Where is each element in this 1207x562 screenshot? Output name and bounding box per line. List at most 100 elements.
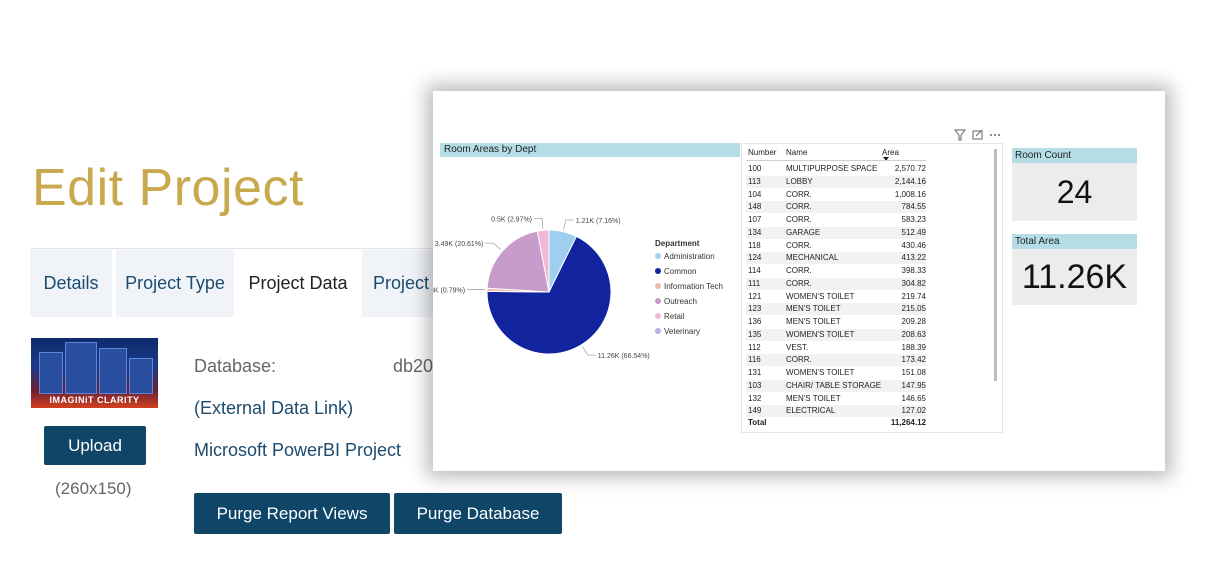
thumbnail-size-hint: (260x150) bbox=[55, 479, 132, 498]
room-count-value: 24 bbox=[1012, 163, 1137, 221]
table-cell-area: 147.95 bbox=[901, 380, 926, 390]
table-row[interactable]: 114 CORR. 398.33 bbox=[746, 265, 926, 277]
table-row[interactable]: 148 CORR. 784.55 bbox=[746, 201, 926, 214]
table-row[interactable]: 149 ELECTRICAL 127.02 bbox=[746, 405, 926, 418]
table-cell-number: 132 bbox=[748, 393, 762, 403]
total-value: 11,264.12 bbox=[890, 418, 926, 427]
table-cell-number: 104 bbox=[748, 189, 762, 199]
legend-item[interactable]: Outreach bbox=[655, 297, 723, 306]
tab-label: Project I bbox=[373, 273, 440, 293]
pie-data-label: 1.21K (7.16%) bbox=[576, 218, 621, 225]
legend-dot-icon bbox=[655, 313, 661, 319]
tab-project-data[interactable]: Project Data bbox=[236, 250, 360, 317]
table-cell-number: 148 bbox=[748, 202, 762, 212]
legend-label: Retail bbox=[664, 312, 685, 321]
table-cell-area: 146.65 bbox=[901, 393, 926, 403]
table-cell-number: 134 bbox=[748, 227, 762, 237]
table-cell-name: CHAIR/ TABLE STORAGE bbox=[786, 380, 882, 390]
legend-item[interactable]: Retail bbox=[655, 312, 723, 321]
filter-icon[interactable] bbox=[953, 129, 967, 141]
table-cell-name: CORR. bbox=[786, 240, 812, 250]
table-row[interactable]: 116 CORR. 173.42 bbox=[746, 354, 926, 367]
tab-bar: Details Project Type Project Data Projec… bbox=[30, 248, 450, 317]
table-cell-number: 113 bbox=[748, 176, 761, 186]
table-cell-number: 111 bbox=[748, 278, 761, 288]
upload-button[interactable]: Upload bbox=[44, 426, 146, 465]
table-cell-area: 209.28 bbox=[901, 317, 926, 326]
table-row[interactable]: 132 MEN'S TOILET 146.65 bbox=[746, 393, 926, 405]
table-cell-number: 107 bbox=[748, 215, 762, 224]
legend-item[interactable]: Common bbox=[655, 267, 723, 276]
page-title: Edit Project bbox=[32, 159, 304, 217]
powerbi-project-link[interactable]: Microsoft PowerBI Project bbox=[194, 440, 401, 461]
table-cell-number: 135 bbox=[748, 329, 762, 339]
purge-database-button[interactable]: Purge Database bbox=[394, 493, 562, 534]
pie-leader-line bbox=[582, 346, 596, 356]
pie-data-label: 3.49K (20.61%) bbox=[435, 241, 484, 248]
purge-report-views-button[interactable]: Purge Report Views bbox=[194, 493, 390, 534]
chart-title: Room Areas by Dept bbox=[440, 143, 740, 157]
visual-header-icons bbox=[953, 129, 1000, 141]
table-row[interactable]: 134 GARAGE 512.49 bbox=[746, 226, 926, 239]
table-cell-area: 304.82 bbox=[901, 278, 926, 288]
table-scrollbar[interactable] bbox=[994, 149, 997, 381]
focus-mode-icon[interactable] bbox=[972, 129, 983, 140]
legend-item[interactable]: Veterinary bbox=[655, 327, 723, 336]
legend: Department Administration Common Informati… bbox=[655, 239, 723, 342]
table-row[interactable]: 121 WOMEN'S TOILET 219.74 bbox=[746, 291, 926, 303]
table-row[interactable]: 135 WOMEN'S TOILET 208.63 bbox=[746, 328, 926, 341]
room-count-title: Room Count bbox=[1012, 148, 1137, 163]
pie-leader-line bbox=[563, 219, 574, 230]
table-cell-area: 127.02 bbox=[901, 406, 926, 416]
table-row[interactable]: 118 CORR. 430.46 bbox=[746, 240, 926, 252]
table-cell-area: 1,008.16 bbox=[894, 189, 926, 199]
building-shape bbox=[65, 342, 97, 394]
table-cell-name: MULTIPURPOSE SPACE bbox=[786, 164, 878, 173]
rooms-table: Number Name Area 100 MULTIPURPOSE SPACE 2,… bbox=[741, 143, 1003, 433]
table-cell-number: 100 bbox=[748, 164, 762, 173]
table-cell-number: 121 bbox=[748, 291, 762, 301]
table-row[interactable]: 100 MULTIPURPOSE SPACE 2,570.72 bbox=[746, 163, 926, 175]
database-value: db20 bbox=[393, 356, 434, 376]
table-cell-area: 208.63 bbox=[901, 329, 926, 339]
building-shape bbox=[129, 358, 153, 394]
table-cell-number: 131 bbox=[748, 368, 762, 377]
legend-item[interactable]: Information Tech bbox=[655, 282, 723, 291]
column-header-number[interactable]: Number bbox=[748, 148, 776, 157]
external-data-link[interactable]: (External Data Link) bbox=[194, 398, 353, 419]
table-row[interactable]: 107 CORR. 583.23 bbox=[746, 214, 926, 226]
table-cell-name: WOMEN'S TOILET bbox=[786, 368, 855, 377]
table-cell-number: 136 bbox=[748, 317, 762, 326]
legend-label: Information Tech bbox=[664, 282, 723, 291]
table-cell-number: 123 bbox=[748, 304, 762, 314]
table-row[interactable]: 104 CORR. 1,008.16 bbox=[746, 189, 926, 201]
pie-leader-line bbox=[485, 242, 502, 251]
legend-label: Outreach bbox=[664, 297, 697, 306]
table-row[interactable]: 111 CORR. 304.82 bbox=[746, 277, 926, 290]
table-row[interactable]: 136 MEN'S TOILET 209.28 bbox=[746, 316, 926, 328]
table-row[interactable]: 123 MEN'S TOILET 215.05 bbox=[746, 303, 926, 316]
column-header-name[interactable]: Name bbox=[786, 148, 807, 157]
table-cell-name: VEST. bbox=[786, 342, 809, 352]
table-cell-name: CORR. bbox=[786, 189, 812, 199]
tab-details[interactable]: Details bbox=[30, 250, 112, 317]
table-row[interactable]: 124 MECHANICAL 413.22 bbox=[746, 252, 926, 265]
table-cell-name: CORR. bbox=[786, 278, 812, 288]
tab-project-type[interactable]: Project Type bbox=[116, 250, 234, 317]
table-row[interactable]: 113 LOBBY 2,144.16 bbox=[746, 175, 926, 188]
pie-data-label: 0.5K (2.97%) bbox=[491, 216, 532, 223]
table-cell-area: 151.08 bbox=[901, 368, 926, 377]
column-header-area[interactable]: Area bbox=[882, 148, 899, 157]
table-cell-name: MECHANICAL bbox=[786, 253, 839, 263]
legend-item[interactable]: Administration bbox=[655, 252, 723, 261]
legend-title: Department bbox=[655, 239, 700, 248]
table-cell-number: 103 bbox=[748, 380, 762, 390]
legend-label: Administration bbox=[664, 252, 715, 261]
table-row[interactable]: 131 WOMEN'S TOILET 151.08 bbox=[746, 367, 926, 379]
table-cell-number: 114 bbox=[748, 266, 761, 275]
table-row[interactable]: 103 CHAIR/ TABLE STORAGE 147.95 bbox=[746, 379, 926, 392]
table-cell-name: CORR. bbox=[786, 355, 812, 365]
table-cell-area: 173.42 bbox=[901, 355, 926, 365]
table-row[interactable]: 112 VEST. 188.39 bbox=[746, 342, 926, 354]
more-options-icon[interactable] bbox=[990, 134, 1000, 136]
